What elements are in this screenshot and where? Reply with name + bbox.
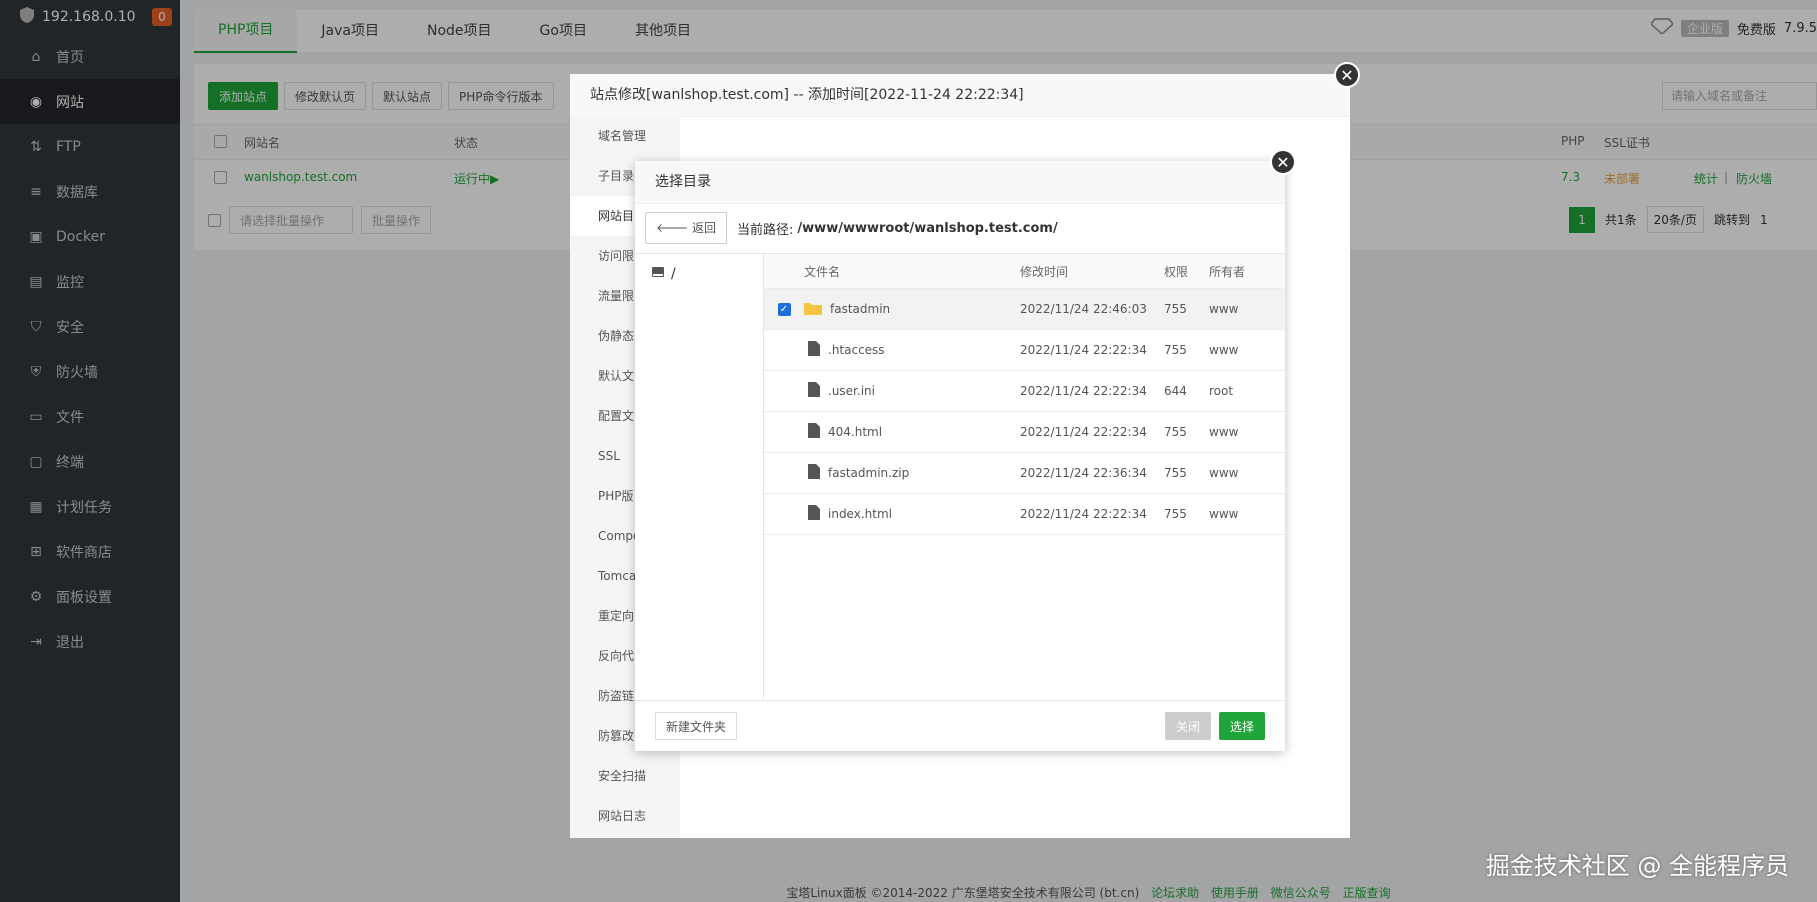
file-name[interactable]: 404.html — [828, 425, 882, 439]
file-icon — [804, 341, 820, 359]
file-row[interactable]: .htaccess 2022/11/24 22:22:34 755 www — [764, 330, 1285, 371]
file-list: 文件名 修改时间 权限 所有者 ✓ fastadmin 2022/11/24 22:… — [764, 254, 1285, 701]
file-owner: www — [1209, 302, 1239, 316]
current-path: /www/wwwroot/wanlshop.test.com/ — [797, 220, 1058, 236]
file-modified: 2022/11/24 22:22:34 — [1020, 425, 1147, 439]
file-name[interactable]: .htaccess — [828, 343, 885, 357]
file-modified: 2022/11/24 22:36:34 — [1020, 466, 1147, 480]
select-button[interactable]: 选择 — [1218, 712, 1265, 740]
dialog-actions: 关闭 选择 — [1164, 712, 1265, 740]
file-permission: 755 — [1164, 343, 1187, 357]
file-icon — [804, 505, 820, 523]
file-rows: ✓ fastadmin 2022/11/24 22:46:03 755 www .htac… — [764, 289, 1285, 535]
tree-root-label: / — [671, 266, 676, 282]
file-owner: www — [1209, 343, 1239, 357]
file-row[interactable]: .user.ini 2022/11/24 22:22:34 644 root — [764, 371, 1285, 412]
col-filename: 文件名 — [804, 264, 841, 279]
drive-icon — [651, 266, 665, 282]
file-owner: www — [1209, 425, 1239, 439]
site-edit-nav-item[interactable]: 安全扫描 — [570, 756, 680, 796]
back-button[interactable]: 🡐 返回 — [645, 212, 728, 244]
col-owner: 所有者 — [1209, 264, 1246, 279]
new-folder-button[interactable]: 新建文件夹 — [655, 712, 738, 740]
site-edit-close-icon[interactable]: ✕ — [1334, 62, 1360, 88]
select-directory-dialog: 选择目录 🡐 返回 当前路径: /www/wwwroot/wanlshop.te… — [635, 161, 1285, 751]
file-permission: 755 — [1164, 507, 1187, 521]
site-edit-nav-item[interactable]: 网站日志 — [570, 796, 680, 836]
file-name[interactable]: .user.ini — [828, 384, 875, 398]
dialog-close-icon[interactable]: ✕ — [1270, 149, 1296, 175]
file-permission: 755 — [1164, 425, 1187, 439]
watermark: 掘金技术社区 @ 全能程序员 — [1485, 852, 1789, 880]
file-icon — [804, 382, 820, 400]
file-modified: 2022/11/24 22:22:34 — [1020, 384, 1147, 398]
file-name[interactable]: fastadmin — [830, 302, 890, 316]
file-row[interactable]: index.html 2022/11/24 22:22:34 755 www — [764, 494, 1285, 535]
file-owner: root — [1209, 384, 1234, 398]
file-row[interactable]: ✓ fastadmin 2022/11/24 22:46:03 755 www — [764, 289, 1285, 330]
directory-tree: / — [635, 254, 764, 701]
file-list-header: 文件名 修改时间 权限 所有者 — [764, 254, 1285, 289]
path-label: 当前路径: — [737, 222, 794, 238]
file-icon — [804, 423, 820, 441]
file-permission: 644 — [1164, 384, 1187, 398]
file-owner: www — [1209, 507, 1239, 521]
file-name[interactable]: index.html — [828, 507, 892, 521]
back-label: 返回 — [692, 221, 717, 235]
close-button[interactable]: 关闭 — [1164, 712, 1211, 740]
dialog-footer: 新建文件夹 关闭 选择 — [635, 700, 1285, 751]
col-permission: 权限 — [1164, 264, 1189, 279]
folder-icon — [804, 301, 822, 318]
file-row[interactable]: 404.html 2022/11/24 22:22:34 755 www — [764, 412, 1285, 453]
col-modified: 修改时间 — [1020, 264, 1069, 279]
dialog-title: 选择目录 — [635, 161, 1285, 204]
file-checkbox[interactable]: ✓ — [777, 302, 791, 316]
file-name[interactable]: fastadmin.zip — [828, 466, 909, 480]
file-row[interactable]: fastadmin.zip 2022/11/24 22:36:34 755 www — [764, 453, 1285, 494]
file-permission: 755 — [1164, 302, 1187, 316]
file-modified: 2022/11/24 22:46:03 — [1020, 302, 1147, 316]
file-icon — [804, 464, 820, 482]
path-bar: 🡐 返回 当前路径: /www/wwwroot/wanlshop.test.co… — [635, 203, 1285, 254]
file-modified: 2022/11/24 22:22:34 — [1020, 343, 1147, 357]
site-edit-nav-item[interactable]: 域名管理 — [570, 116, 680, 156]
tree-root[interactable]: / — [635, 254, 763, 294]
site-edit-title: 站点修改[wanlshop.test.com] -- 添加时间[2022-11-… — [570, 74, 1350, 117]
arrow-left-icon: 🡐 — [656, 221, 689, 235]
file-owner: www — [1209, 466, 1239, 480]
file-modified: 2022/11/24 22:22:34 — [1020, 507, 1147, 521]
file-permission: 755 — [1164, 466, 1187, 480]
